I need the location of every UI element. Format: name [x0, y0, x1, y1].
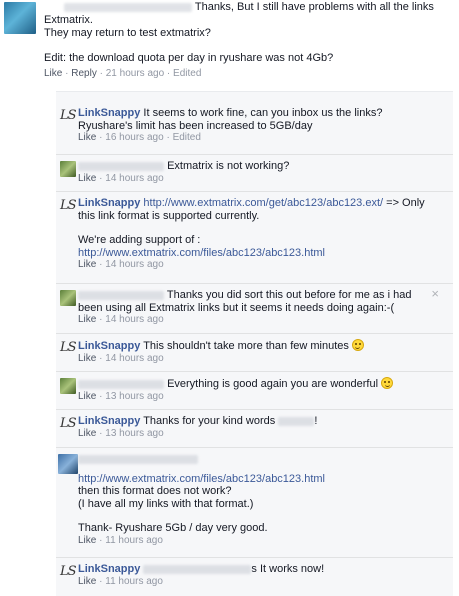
reply-text: It seems to work fine, can you inbox us … [143, 107, 383, 119]
blurred-author-name [78, 290, 164, 300]
separator: · [65, 68, 69, 79]
separator: · [166, 132, 170, 143]
comment-text: Thanks, But I still have problems with a… [194, 1, 434, 13]
separator: · [99, 575, 103, 587]
comment-text: Extmatrix. [44, 14, 93, 26]
reply-text: Everything is good again you are wonderf… [167, 378, 379, 390]
comment-line: Thanks, But I still have problems with a… [44, 1, 454, 14]
extmatrix-link[interactable]: http://www.extmatrix.com/files/abc123/ab… [78, 473, 325, 485]
reply: http://www.extmatrix.com/files/abc123/ab… [56, 447, 453, 558]
avatar[interactable] [58, 454, 78, 474]
separator: · [99, 259, 103, 270]
linksnappy-logo[interactable]: LS [60, 416, 77, 432]
separator: · [99, 352, 103, 364]
reply-text: ! [314, 415, 318, 427]
edited-label[interactable]: Edited [173, 68, 201, 79]
extmatrix-link[interactable]: http://www.extmatrix.com/get/abc123/abc1… [143, 197, 383, 209]
linksnappy-logo[interactable]: LS [60, 340, 77, 356]
timestamp[interactable]: 13 hours ago [105, 428, 163, 439]
reply-text: => Only [386, 197, 425, 209]
edited-label[interactable]: Edited [173, 132, 201, 143]
timestamp[interactable]: 21 hours ago [106, 68, 164, 79]
reply-text: (I have all my links with that format.) [78, 497, 254, 510]
reply-text: This shouldn't take more than few minute… [143, 340, 349, 352]
timestamp[interactable]: 14 hours ago [105, 314, 163, 325]
avatar[interactable] [60, 290, 76, 306]
reply: Everything is good again you are wonderf… [56, 371, 453, 410]
timestamp[interactable]: 16 hours ago [105, 132, 163, 143]
like-link[interactable]: Like [78, 132, 96, 143]
like-link[interactable]: Like [78, 173, 96, 184]
reply: Extmatrix is not working? Like · 14 hour… [56, 154, 453, 191]
like-link[interactable]: Like [78, 259, 96, 270]
blurred-author-name [143, 564, 252, 574]
author-name[interactable]: LinkSnappy [78, 340, 140, 352]
reply-text: Thanks you did sort this out before for … [166, 289, 412, 301]
like-link[interactable]: Like [78, 353, 96, 364]
like-link[interactable]: Like [78, 428, 96, 439]
timestamp[interactable]: 14 hours ago [105, 259, 163, 270]
smiley-icon [381, 377, 394, 389]
reply-text: Thank- Ryushare 5Gb / day very good. [78, 522, 268, 534]
blurred-author-name [78, 161, 164, 171]
reply-text: Thanks for your kind words [143, 415, 276, 427]
comment-body: Thanks, But I still have problems with a… [44, 1, 454, 80]
separator: · [99, 427, 103, 439]
reply-link[interactable]: Reply [71, 68, 97, 79]
comment-text: They may return to test extmatrix? [44, 27, 211, 39]
timestamp[interactable]: 11 hours ago [105, 535, 163, 546]
avatar[interactable] [4, 2, 36, 34]
linksnappy-logo[interactable]: LS [60, 564, 77, 580]
timestamp[interactable]: 14 hours ago [105, 353, 163, 364]
like-link[interactable]: Like [44, 68, 62, 79]
reply-text: been using all Extmatrix links but it se… [78, 301, 395, 314]
blurred-author-name [64, 2, 192, 12]
smiley-icon [351, 339, 364, 351]
reply-text: this link format is supported currently. [78, 209, 260, 222]
blurred-author-name [78, 454, 198, 464]
author-name[interactable]: LinkSnappy [78, 107, 140, 119]
avatar[interactable] [60, 161, 76, 177]
like-link[interactable]: Like [78, 576, 96, 587]
reply-text: then this format does not work? [78, 485, 232, 497]
like-link[interactable]: Like [78, 535, 96, 546]
extmatrix-link[interactable]: http://www.extmatrix.com/files/abc123/ab… [78, 247, 325, 259]
reply: LS LinkSnappy s It works now! Like · 11 … [56, 557, 453, 596]
reply: × Thanks you did sort this out before fo… [56, 283, 453, 334]
timestamp[interactable]: 11 hours ago [105, 576, 163, 587]
blurred-author-name [278, 416, 315, 426]
timestamp[interactable]: 13 hours ago [105, 391, 163, 402]
linksnappy-logo[interactable]: LS [60, 108, 77, 124]
reply-text: Ryushare's limit has been increased to 5… [78, 119, 313, 132]
author-name[interactable]: LinkSnappy [78, 415, 140, 427]
separator: · [99, 314, 103, 325]
reply-text: We're adding support of : [78, 234, 201, 246]
separator: · [99, 172, 103, 184]
separator: · [166, 68, 171, 79]
top-comment: Thanks, But I still have problems with a… [0, 0, 459, 92]
separator: · [99, 534, 103, 546]
reply: LS LinkSnappy http://www.extmatrix.com/g… [56, 191, 453, 284]
linksnappy-logo[interactable]: LS [60, 198, 77, 214]
reply-text: s It works now! [251, 563, 325, 575]
separator: · [99, 132, 103, 143]
like-link[interactable]: Like [78, 314, 96, 325]
separator: · [99, 390, 103, 402]
blurred-author-name [78, 379, 164, 389]
avatar[interactable] [60, 378, 76, 394]
comment-meta: Like · Reply · 21 hours ago · Edited [44, 67, 454, 80]
author-name[interactable]: LinkSnappy [78, 197, 140, 209]
reply-list: LS LinkSnappy It seems to work fine, can… [56, 91, 453, 596]
author-name[interactable]: LinkSnappy [78, 563, 140, 575]
like-link[interactable]: Like [78, 391, 96, 402]
separator: · [99, 68, 103, 79]
reply: LS LinkSnappy This shouldn't take more t… [56, 333, 453, 372]
comment-text: Edit: the download quota per day in ryus… [44, 52, 334, 64]
reply-text: Extmatrix is not working? [167, 160, 290, 172]
reply: LS LinkSnappy It seems to work fine, can… [56, 102, 453, 154]
timestamp[interactable]: 14 hours ago [105, 173, 163, 184]
reply: LS LinkSnappy Thanks for your kind words… [56, 409, 453, 448]
